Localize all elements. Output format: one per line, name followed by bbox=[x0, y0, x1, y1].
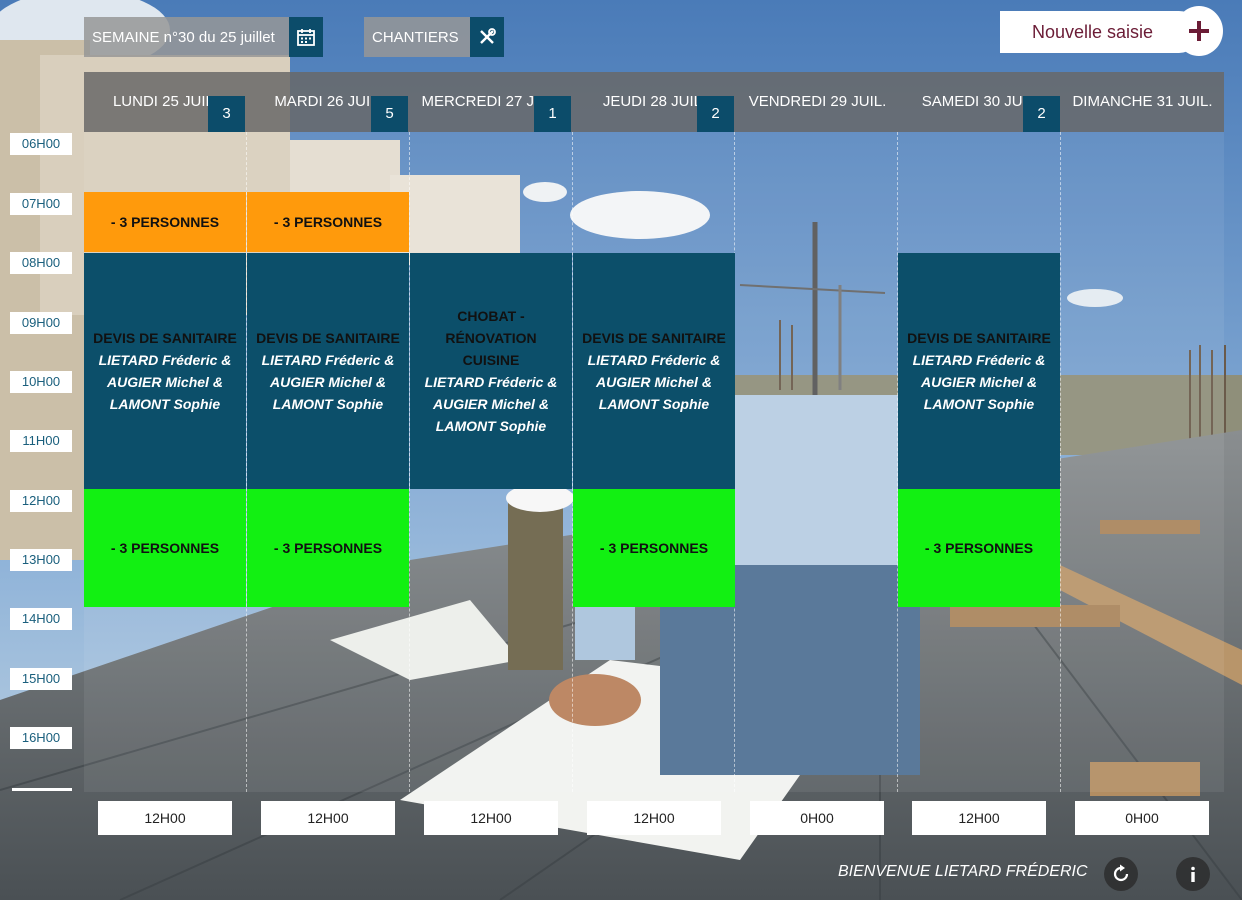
daily-total: 0H00 bbox=[750, 801, 884, 835]
event-people: LIETARD Fréderic & AUGIER Michel & LAMON… bbox=[98, 352, 232, 412]
event-people: LIETARD Fréderic & AUGIER Michel & LAMON… bbox=[261, 352, 395, 412]
event-count-badge: 2 bbox=[1023, 96, 1060, 132]
event-people: LIETARD Fréderic & AUGIER Michel & LAMON… bbox=[912, 352, 1046, 412]
event-staff-count: - 3 PERSONNES bbox=[110, 540, 220, 556]
event-staff-count: - 3 PERSONNES bbox=[924, 540, 1034, 556]
event-staff-count: - 3 PERSONNES bbox=[599, 540, 709, 556]
scroll-indicator[interactable] bbox=[12, 788, 72, 791]
hour-label: 11H00 bbox=[10, 430, 72, 452]
day-column-header[interactable]: MERCREDI 27 JUIL. 1 bbox=[410, 72, 573, 132]
calendar-icon[interactable] bbox=[289, 17, 323, 57]
hour-label: 12H00 bbox=[10, 490, 72, 512]
event-title: CHOBAT - RÉNOVATION CUISINE bbox=[445, 308, 537, 368]
day-column-header[interactable]: VENDREDI 29 JUIL. bbox=[736, 72, 899, 132]
sites-label: CHANTIERS bbox=[372, 28, 459, 46]
hour-label: 15H00 bbox=[10, 668, 72, 690]
sites-filter[interactable]: CHANTIERS bbox=[364, 17, 504, 57]
event-staffing-afternoon[interactable]: - 3 PERSONNES bbox=[84, 489, 246, 607]
event-card[interactable]: DEVIS DE SANITAIRE LIETARD Fréderic & AU… bbox=[84, 253, 246, 489]
day-column-header[interactable]: DIMANCHE 31 JUIL. bbox=[1061, 72, 1224, 132]
daily-total: 0H00 bbox=[1075, 801, 1209, 835]
event-title: DEVIS DE SANITAIRE bbox=[907, 330, 1051, 346]
event-staff-count: - 3 PERSONNES bbox=[110, 214, 220, 230]
daily-total: 12H00 bbox=[261, 801, 395, 835]
event-card[interactable]: DEVIS DE SANITAIRE LIETARD Fréderic & AU… bbox=[247, 253, 409, 489]
hour-label: 07H00 bbox=[10, 193, 72, 215]
event-title: DEVIS DE SANITAIRE bbox=[256, 330, 400, 346]
week-selector[interactable]: SEMAINE n°30 du 25 juillet bbox=[84, 17, 323, 57]
event-staffing-afternoon[interactable]: - 3 PERSONNES bbox=[898, 489, 1060, 607]
week-label: SEMAINE n°30 du 25 juillet bbox=[92, 28, 275, 46]
day-column-header[interactable]: JEUDI 28 JUIL. 2 bbox=[573, 72, 736, 132]
event-people: LIETARD Fréderic & AUGIER Michel & LAMON… bbox=[587, 352, 721, 412]
hour-label: 10H00 bbox=[10, 371, 72, 393]
day-column-header[interactable]: LUNDI 25 JUIL. 3 bbox=[84, 72, 247, 132]
event-card[interactable]: DEVIS DE SANITAIRE LIETARD Fréderic & AU… bbox=[573, 253, 735, 489]
event-card[interactable]: DEVIS DE SANITAIRE LIETARD Fréderic & AU… bbox=[898, 253, 1060, 489]
event-people: LIETARD Fréderic & AUGIER Michel & LAMON… bbox=[424, 374, 558, 434]
daily-total: 12H00 bbox=[424, 801, 558, 835]
hour-label: 08H00 bbox=[10, 252, 72, 274]
event-staff-count: - 3 PERSONNES bbox=[273, 540, 383, 556]
event-staff-count: - 3 PERSONNES bbox=[273, 214, 383, 230]
column-divider bbox=[1060, 132, 1061, 792]
event-staffing-morning[interactable]: - 3 PERSONNES bbox=[84, 192, 246, 252]
event-count-badge: 1 bbox=[534, 96, 571, 132]
info-icon[interactable] bbox=[1176, 857, 1210, 891]
hour-label: 16H00 bbox=[10, 727, 72, 749]
tools-icon[interactable] bbox=[470, 17, 504, 57]
day-name: VENDREDI 29 JUIL. bbox=[748, 93, 887, 110]
event-staffing-morning[interactable]: - 3 PERSONNES bbox=[247, 192, 409, 252]
event-title: DEVIS DE SANITAIRE bbox=[93, 330, 237, 346]
day-column-header[interactable]: SAMEDI 30 JUIL. 2 bbox=[899, 72, 1062, 132]
event-count-badge: 5 bbox=[371, 96, 408, 132]
event-title: DEVIS DE SANITAIRE bbox=[582, 330, 726, 346]
event-count-badge: 2 bbox=[697, 96, 734, 132]
new-entry-label: Nouvelle saisie bbox=[1032, 21, 1154, 42]
day-column-header[interactable]: MARDI 26 JUIL. 5 bbox=[247, 72, 410, 132]
hour-label: 13H00 bbox=[10, 549, 72, 571]
new-entry-button[interactable]: Nouvelle saisie bbox=[1000, 11, 1200, 53]
event-staffing-afternoon[interactable]: - 3 PERSONNES bbox=[573, 489, 735, 607]
event-staffing-afternoon[interactable]: - 3 PERSONNES bbox=[247, 489, 409, 607]
event-count-badge: 3 bbox=[208, 96, 245, 132]
welcome-message: BIENVENUE LIETARD FRÉDERIC bbox=[838, 863, 1088, 880]
hour-label: 09H00 bbox=[10, 312, 72, 334]
daily-total: 12H00 bbox=[912, 801, 1046, 835]
daily-total: 12H00 bbox=[98, 801, 232, 835]
day-name: DIMANCHE 31 JUIL. bbox=[1072, 93, 1213, 110]
day-header: LUNDI 25 JUIL. 3 MARDI 26 JUIL. 5 MERCRE… bbox=[84, 72, 1224, 132]
hour-label: 06H00 bbox=[10, 133, 72, 155]
plus-icon[interactable] bbox=[1175, 6, 1223, 56]
refresh-icon[interactable] bbox=[1104, 857, 1138, 891]
event-card[interactable]: CHOBAT - RÉNOVATION CUISINE LIETARD Fréd… bbox=[410, 253, 572, 489]
daily-total: 12H00 bbox=[587, 801, 721, 835]
hour-label: 14H00 bbox=[10, 608, 72, 630]
